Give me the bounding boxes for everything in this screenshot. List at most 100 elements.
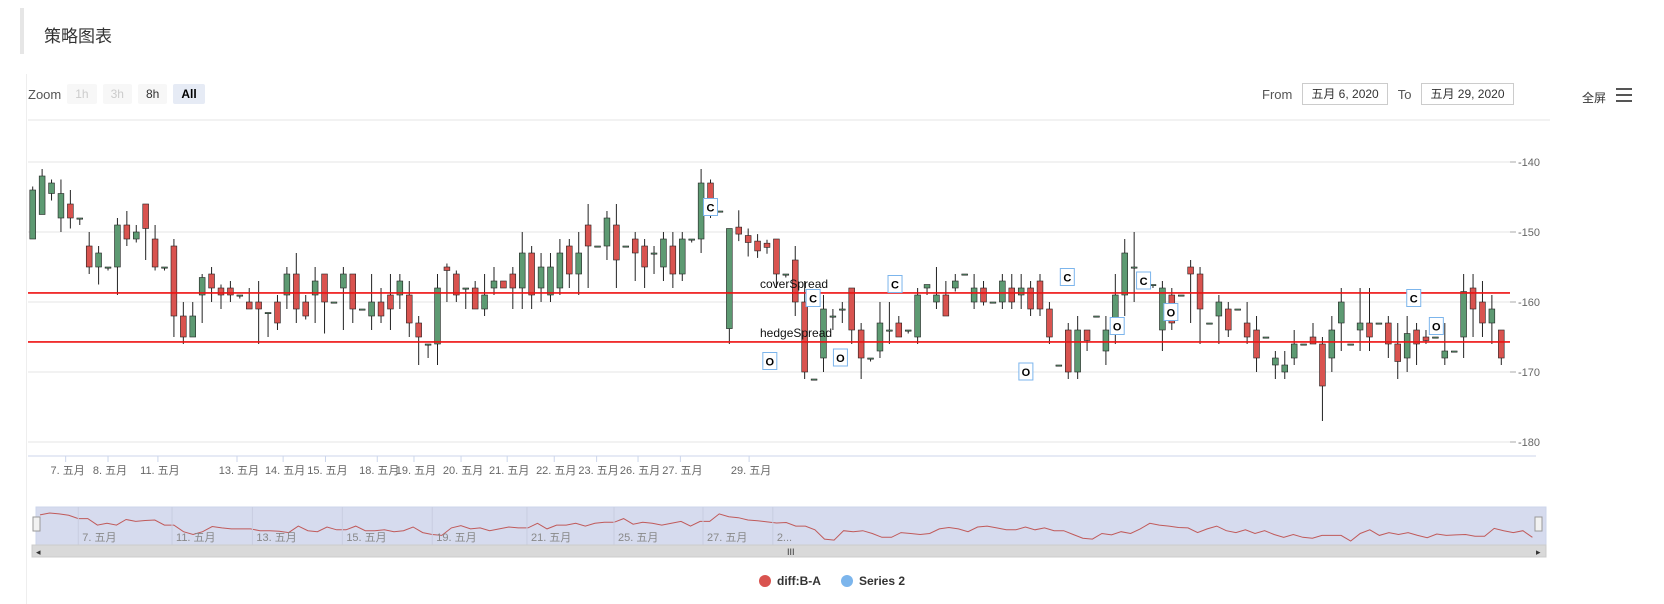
candle-body (1469, 287, 1477, 310)
candle-body (57, 193, 65, 219)
candle-body (839, 308, 846, 311)
candle-body (48, 182, 55, 194)
candle-body (1196, 273, 1204, 310)
candle-body (283, 273, 291, 296)
flag-label: O (1167, 308, 1176, 320)
candle-body (368, 301, 375, 317)
x-tick-label: 8. 五月 (93, 465, 127, 477)
candle-body (584, 224, 592, 247)
candle-body (669, 245, 677, 275)
candle-body (952, 280, 959, 289)
legend-label: diff:B-A (776, 574, 821, 588)
y-tick-label: -150 (1518, 227, 1540, 239)
candle-body (1027, 287, 1034, 310)
candle-body (547, 266, 554, 296)
x-tick-label: 22. 五月 (536, 465, 576, 477)
candle-body (274, 301, 281, 324)
candle-body (76, 217, 83, 220)
candle-body (1234, 308, 1241, 311)
y-tick-label: -180 (1518, 437, 1540, 449)
navigator-handle[interactable] (32, 516, 41, 532)
candle-body (424, 343, 432, 346)
candle-body (650, 252, 658, 255)
legend-dot-icon (758, 575, 771, 587)
candle-body (556, 252, 564, 289)
legend-label: Series 2 (858, 574, 906, 588)
y-tick-label: -160 (1518, 297, 1540, 309)
candle-body (1083, 329, 1091, 341)
candle-body (603, 217, 611, 247)
candle-body (377, 301, 385, 317)
legend-item-diff[interactable]: diff:B-A (758, 574, 821, 588)
candle-body (180, 315, 187, 338)
candle-body (38, 175, 46, 215)
navigator: 7. 五月 11. 五月 13. 五月 15. 五月 19. 五月 21. 五月 25. 五… (31, 506, 1547, 558)
candle-body (1074, 329, 1081, 373)
x-tick-label: 15. 五月 (307, 465, 347, 477)
candle-body (246, 301, 253, 310)
candle-body (227, 287, 234, 296)
candle-body (330, 301, 338, 304)
legend: diff:B-A Series 2 (0, 574, 1664, 588)
candle-body (1177, 294, 1185, 297)
navigator-label: 7. 五月 (82, 532, 116, 544)
candle-body (1206, 322, 1213, 325)
candle-body (1300, 343, 1307, 346)
flag-label: O (1113, 322, 1122, 334)
flag-label: O (1432, 322, 1441, 334)
candle-body (867, 357, 874, 360)
candle-body (509, 273, 517, 289)
candle-body (829, 315, 837, 318)
candle-body (848, 287, 855, 331)
candle-body (471, 287, 479, 310)
candle-body (1281, 364, 1288, 373)
candle-body (1187, 266, 1194, 275)
candle-body (104, 266, 112, 269)
x-tick-label: 27. 五月 (662, 465, 702, 477)
y-tick-label: -140 (1518, 157, 1540, 169)
candle-body (914, 294, 921, 338)
x-tick-label: 19. 五月 (396, 465, 436, 477)
candle-body (744, 235, 752, 243)
candle-body (895, 322, 903, 338)
x-axis: 7. 五月 8. 五月 11. 五月 13. 五月 14. 五月 15. 五月 18. 五月… (28, 455, 1536, 477)
candle-body (293, 273, 300, 310)
navigator-label: 27. 五月 (707, 532, 747, 544)
candle-body (1130, 266, 1138, 269)
candle-body (1366, 322, 1373, 338)
candle-body (1290, 343, 1298, 359)
candle-body (415, 322, 422, 338)
candle-body (613, 224, 620, 261)
flag-label: C (891, 280, 899, 292)
candle-body (1319, 343, 1326, 387)
legend-item-series-2[interactable]: Series 2 (840, 574, 906, 588)
candle-body (754, 240, 761, 252)
candle-body (735, 226, 742, 235)
navigator-handle[interactable] (1534, 516, 1543, 532)
candle-body (321, 273, 328, 303)
candle-body (1065, 329, 1072, 373)
candle-body (1460, 291, 1467, 338)
candle-body (1441, 350, 1449, 359)
candle-body (170, 245, 178, 317)
candle-body (453, 273, 460, 296)
candle-body (904, 329, 912, 332)
x-tick-label: 11. 五月 (140, 465, 180, 477)
candle-body (1394, 343, 1401, 362)
candle-body (575, 252, 582, 275)
candle-body (1262, 336, 1270, 339)
candle-body (500, 280, 507, 289)
candle-body (876, 322, 884, 352)
navigator-label: 13. 五月 (256, 532, 296, 544)
candle-body (1328, 329, 1336, 359)
candle-body (95, 252, 102, 268)
candle-body (434, 287, 441, 345)
candle-body (537, 266, 545, 289)
y-tick-label: -170 (1518, 367, 1540, 379)
navigator-label: 2... (777, 532, 792, 544)
navigator-label: 25. 五月 (618, 532, 658, 544)
candle-body (264, 312, 272, 315)
candle-body (566, 245, 573, 275)
scroll-grip-icon: III (787, 547, 795, 557)
y-axis: -140 -150 -160 -170 -180 (1510, 157, 1540, 449)
